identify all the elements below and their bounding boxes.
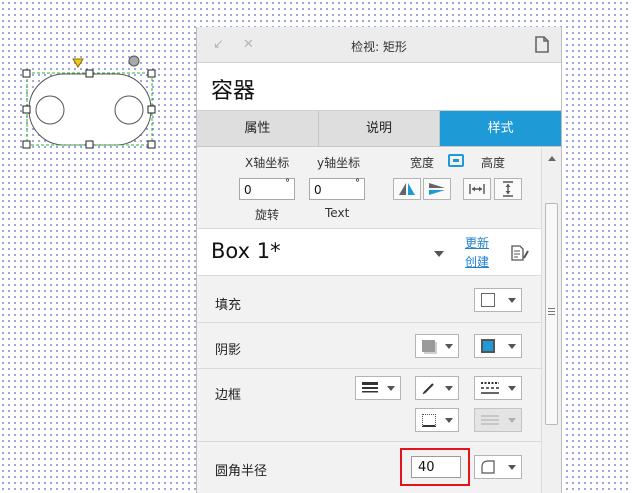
distribute-vertical-button[interactable] (494, 178, 522, 200)
widget-style-selector: Box 1* 更新 创建 (197, 228, 542, 276)
corner-radius-label: 圆角半径 (215, 464, 268, 479)
tab-properties[interactable]: 属性 (197, 111, 319, 146)
pencil-icon (422, 383, 434, 395)
inner-shadow-icon (481, 339, 495, 353)
scroll-up-arrow-icon[interactable] (548, 156, 556, 161)
line-thickness-icon (362, 382, 378, 393)
border-pattern-dropdown[interactable] (474, 376, 522, 400)
arrow-style-dropdown[interactable] (474, 408, 522, 432)
rounded-corner-icon (481, 460, 495, 474)
flip-horizontal-button[interactable] (393, 178, 421, 200)
fill-color-dropdown[interactable] (474, 288, 522, 312)
y-label: y轴坐标 (317, 156, 361, 170)
tab-style[interactable]: 样式 (440, 111, 561, 146)
rotation-handle-icon (128, 55, 140, 67)
shape-circle-right (114, 95, 144, 125)
shadow-label: 阴影 (215, 343, 242, 358)
fill-row: 填充 (197, 278, 542, 323)
panel-title: 检视: 矩形 (351, 40, 407, 54)
inspector-panel: ↙ ✕ 检视: 矩形 容器 属性 说明 样式 X轴坐标 y轴坐标 宽度 高度 0… (196, 27, 562, 493)
border-row: 边框 (197, 370, 542, 442)
arrow-style-icon (481, 415, 499, 425)
shape-circle-left (35, 95, 65, 125)
outer-shadow-dropdown[interactable] (415, 334, 459, 358)
distribute-vertical-icon (503, 181, 513, 197)
handle-bottom-left (22, 140, 31, 149)
distribute-horizontal-icon (469, 184, 485, 194)
update-style-link[interactable]: 更新 (465, 234, 489, 253)
fill-swatch (481, 293, 495, 307)
handle-middle-left (22, 105, 31, 114)
style-editor-icon[interactable] (511, 245, 529, 261)
scroll-thumb[interactable] (545, 203, 558, 425)
inspector-tabs: 属性 说明 样式 (197, 111, 561, 147)
border-label: 边框 (215, 388, 242, 403)
canvas-selected-shape[interactable] (0, 0, 190, 170)
width-label: 宽度 (410, 156, 435, 170)
border-thickness-dropdown[interactable] (355, 376, 401, 400)
handle-top-middle (85, 69, 94, 78)
widget-name-field[interactable]: 容器 (197, 63, 561, 111)
shadow-row: 阴影 (197, 324, 542, 369)
fill-label: 填充 (215, 298, 242, 313)
border-color-dropdown[interactable] (415, 376, 459, 400)
handle-bottom-middle (85, 140, 94, 149)
text-rotation-input[interactable]: 0 ° (309, 178, 365, 200)
outer-shadow-icon (422, 340, 435, 352)
corner-radius-row: 圆角半径 40 (197, 443, 542, 493)
handle-top-left (22, 69, 31, 78)
create-style-link[interactable]: 创建 (465, 253, 489, 272)
chevron-down-icon[interactable] (434, 251, 444, 257)
corner-radius-input[interactable]: 40 (411, 456, 461, 478)
distribute-horizontal-button[interactable] (463, 178, 491, 200)
style-links: 更新 创建 (465, 234, 489, 272)
flip-vertical-button[interactable] (423, 178, 451, 200)
grip-icon (548, 308, 555, 309)
style-tab-content: X轴坐标 y轴坐标 宽度 高度 0 ° 0 ° 旋转 Text Box 1* 更… (197, 148, 542, 493)
rotation-label: 旋转 (255, 208, 280, 222)
flip-horizontal-icon (399, 183, 415, 195)
degree-symbol: ° (355, 178, 360, 189)
rotation-input[interactable]: 0 ° (239, 178, 295, 200)
inner-shadow-dropdown[interactable] (474, 334, 522, 358)
handle-bottom-right (147, 140, 156, 149)
panel-scrollbar[interactable] (541, 148, 561, 493)
visible-borders-dropdown[interactable] (415, 408, 459, 432)
dash-pattern-icon (481, 382, 499, 394)
handle-middle-right (147, 105, 156, 114)
document-icon[interactable] (535, 36, 549, 53)
x-label: X轴坐标 (245, 156, 290, 170)
flip-vertical-icon (429, 183, 445, 195)
corner-style-dropdown[interactable] (474, 455, 522, 479)
degree-symbol: ° (285, 178, 290, 189)
height-label: 高度 (481, 156, 506, 170)
text-label: Text (325, 206, 350, 220)
lock-aspect-icon[interactable] (448, 154, 464, 167)
handle-top-right (147, 69, 156, 78)
corner-radius-handle-icon (72, 58, 84, 68)
style-name[interactable]: Box 1* (211, 239, 281, 263)
visible-borders-icon (422, 413, 436, 427)
tab-notes[interactable]: 说明 (318, 111, 441, 146)
panel-titlebar: ↙ ✕ 检视: 矩形 (197, 27, 561, 63)
